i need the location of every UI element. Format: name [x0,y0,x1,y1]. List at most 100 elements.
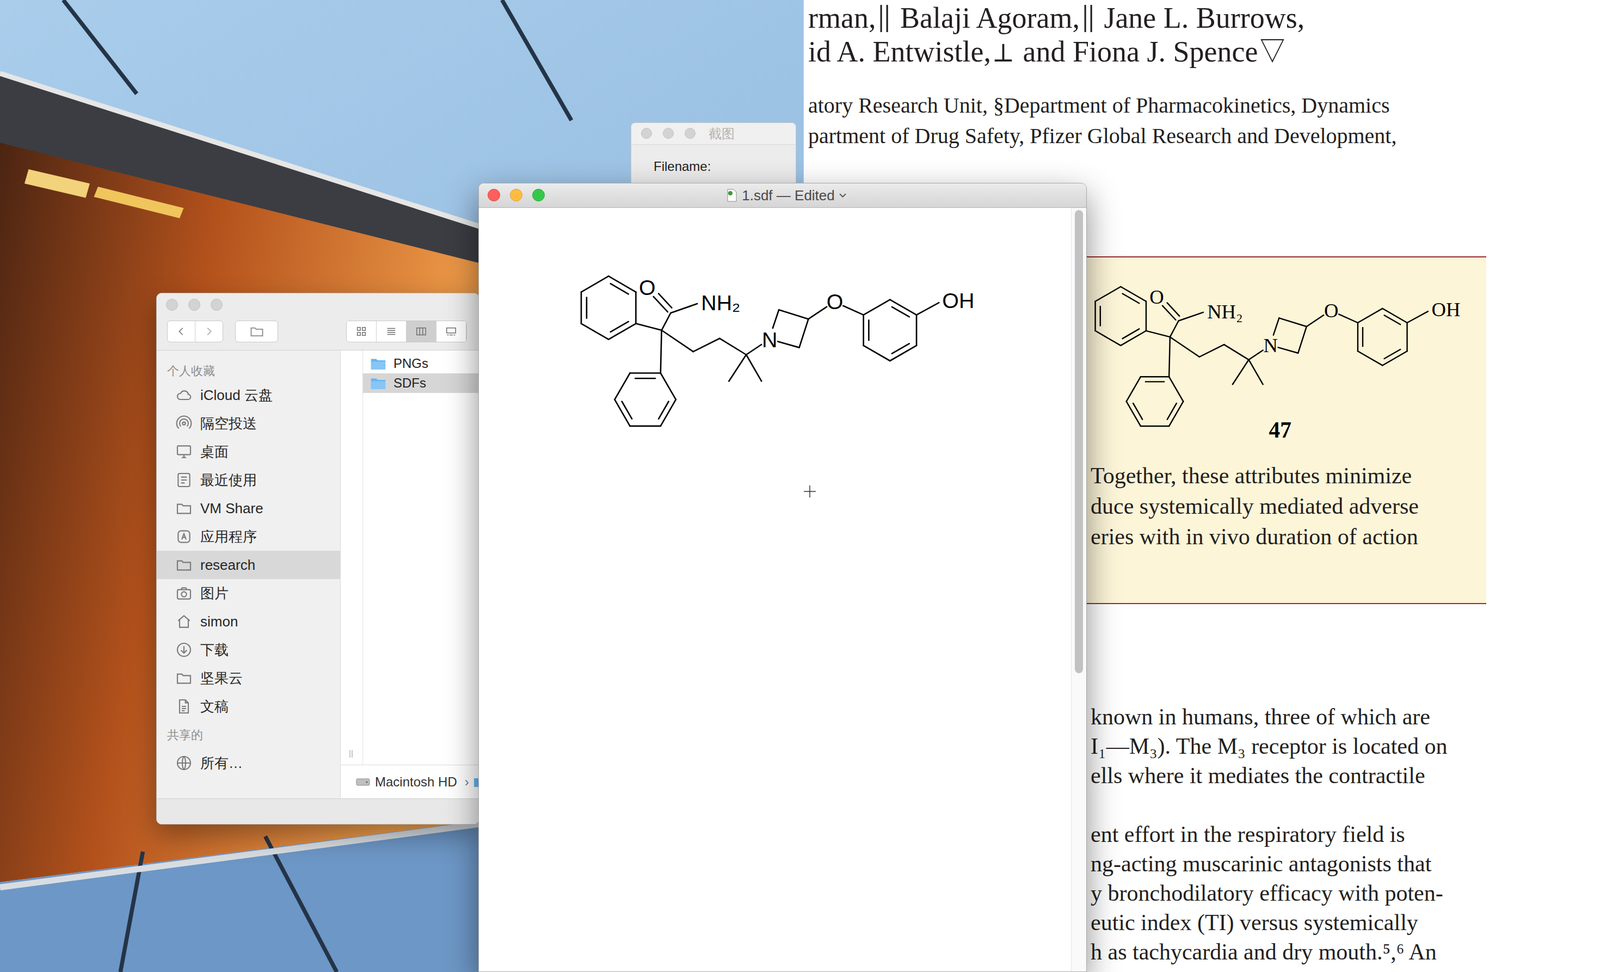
view-mode-icon [355,325,368,338]
airdrop-icon [175,414,193,433]
text-line: y bronchodilatory efficacy with poten- [1090,878,1600,908]
forward-button[interactable] [195,321,223,342]
folder-icon [370,357,387,371]
atom-label: NH₂ [1207,300,1243,323]
atom-label[interactable]: O [638,275,656,300]
sidebar-item[interactable]: 最近使用 [156,465,341,495]
window-title[interactable]: 1.sdf — Edited [741,185,835,207]
sidebar-item-icon [175,612,193,631]
sidebar-item-icon [175,556,193,574]
close-button[interactable] [641,127,652,139]
view-mode-button[interactable] [376,321,407,342]
atom-label: N [1263,334,1278,357]
paragraph: ent effort in the respiratory field isng… [1090,819,1600,967]
sidebar-item[interactable]: simon [156,607,341,636]
sidebar-item-label: research [200,554,256,576]
documents-icon [175,697,193,716]
title-bar: 1.sdf — Edited [478,183,1087,208]
sidebar-item-label: 下载 [200,639,229,661]
finder-window[interactable]: 个人收藏iCloud 云盘隔空投送桌面最近使用VM Share应用程序resea… [156,292,480,825]
view-mode-button[interactable] [436,321,467,342]
zoom-button[interactable] [684,127,696,139]
icons-icon [355,325,368,338]
structure-drawing[interactable]: O NH₂ N O OH [551,255,1001,450]
sidebar-item-icon [175,584,193,602]
atom-label[interactable]: OH [942,288,975,313]
atom-label[interactable]: NH₂ [700,290,741,315]
sidebar-item[interactable]: iCloud 云盘 [156,380,341,410]
text-line: partment of Drug Safety, Pfizer Global R… [808,120,1600,152]
minimize-button[interactable] [662,127,674,139]
folder-icon [249,323,265,340]
minimize-button[interactable] [188,298,201,311]
atom-label: O [1324,299,1339,322]
close-button[interactable] [165,298,178,311]
recent-icon [175,471,193,489]
network-icon [175,754,193,772]
sidebar-item[interactable]: 隔空投送 [156,409,341,438]
text-line: eutic index (TI) versus systemically [1090,907,1600,938]
folder-icon [175,556,193,574]
sidebar-item[interactable]: 桌面 [156,437,341,466]
list-icon [385,325,398,338]
sidebar-item-label: 文稿 [200,696,229,718]
title-bar: 截图 [631,122,796,145]
sidebar-item[interactable]: 图片 [156,579,341,608]
sidebar-item-label: 坚果云 [200,667,243,689]
view-mode-button[interactable] [406,321,437,342]
drawing-canvas[interactable]: O NH₂ N O OH [478,207,1087,972]
text-line: id A. Entwistle,⊥ and Fiona J. Spence▽ [808,34,1600,69]
apps-icon [175,527,193,546]
atom-label[interactable]: N [761,327,778,352]
folder-icon [175,499,193,518]
abstract-figure-box: ONH₂NOOH47 Together, these attributes mi… [1085,256,1487,605]
text-line: Together, these attributes minimize [1090,460,1487,491]
atom-label[interactable]: O [826,289,844,314]
zoom-button[interactable] [210,298,223,311]
scroll-thumb[interactable] [1074,210,1083,674]
sidebar-item[interactable]: 文稿 [156,692,341,721]
cloud-icon [175,386,193,404]
status-bar [156,798,479,824]
sidebar-item[interactable]: research [156,550,341,580]
sidebar-item[interactable]: 下载 [156,635,341,664]
desktop-icon [175,442,193,461]
zoom-button[interactable] [532,188,545,202]
vertical-scrollbar[interactable] [1071,207,1087,972]
folder-name: SDFs [393,373,427,393]
folder-row[interactable]: SDFs [362,373,479,393]
document-icon [726,188,738,202]
back-button[interactable] [167,321,196,342]
sidebar-header: 共享的 [156,720,341,749]
sidebar-item-label: 隔空投送 [200,413,257,435]
columns-icon [415,325,428,338]
column-resize-handle-icon[interactable] [348,749,354,759]
disk-icon [355,776,371,789]
view-mode-button[interactable] [346,321,377,342]
text-line: known in humans, three of which are [1090,702,1600,732]
path-segment[interactable]: Macintosh HD [374,772,458,792]
sdf-editor-window[interactable]: 1.sdf — Edited O NH₂ N O OH [478,182,1087,972]
text-line: atory Research Unit, §Department of Phar… [808,90,1600,121]
folder-icon [370,376,387,390]
sidebar-item[interactable]: 应用程序 [156,522,341,551]
sidebar-item-icon [175,641,193,659]
sidebar-item[interactable]: VM Share [156,494,341,523]
chevron-down-icon[interactable] [839,193,847,199]
window-controls [487,188,545,202]
desktop: rman,∥ Balaji Agoram,∥ Jane L. Burrows,i… [0,0,1600,972]
minimize-button[interactable] [509,188,523,202]
gallery-icon [445,325,458,338]
sidebar-item[interactable]: 坚果云 [156,663,341,693]
sidebar-item-icon [175,754,193,772]
sidebar-item-icon [175,527,193,546]
close-button[interactable] [487,188,501,202]
path-button[interactable] [235,320,279,343]
author-list: rman,∥ Balaji Agoram,∥ Jane L. Burrows,i… [803,0,1600,69]
back-chevron-icon [175,325,188,338]
downloads-icon [175,641,193,659]
sidebar-item[interactable]: 所有… [156,748,341,778]
atom-label: O [1149,285,1164,309]
sidebar-item-label: 应用程序 [200,526,257,548]
folder-row[interactable]: PNGs [362,353,479,374]
